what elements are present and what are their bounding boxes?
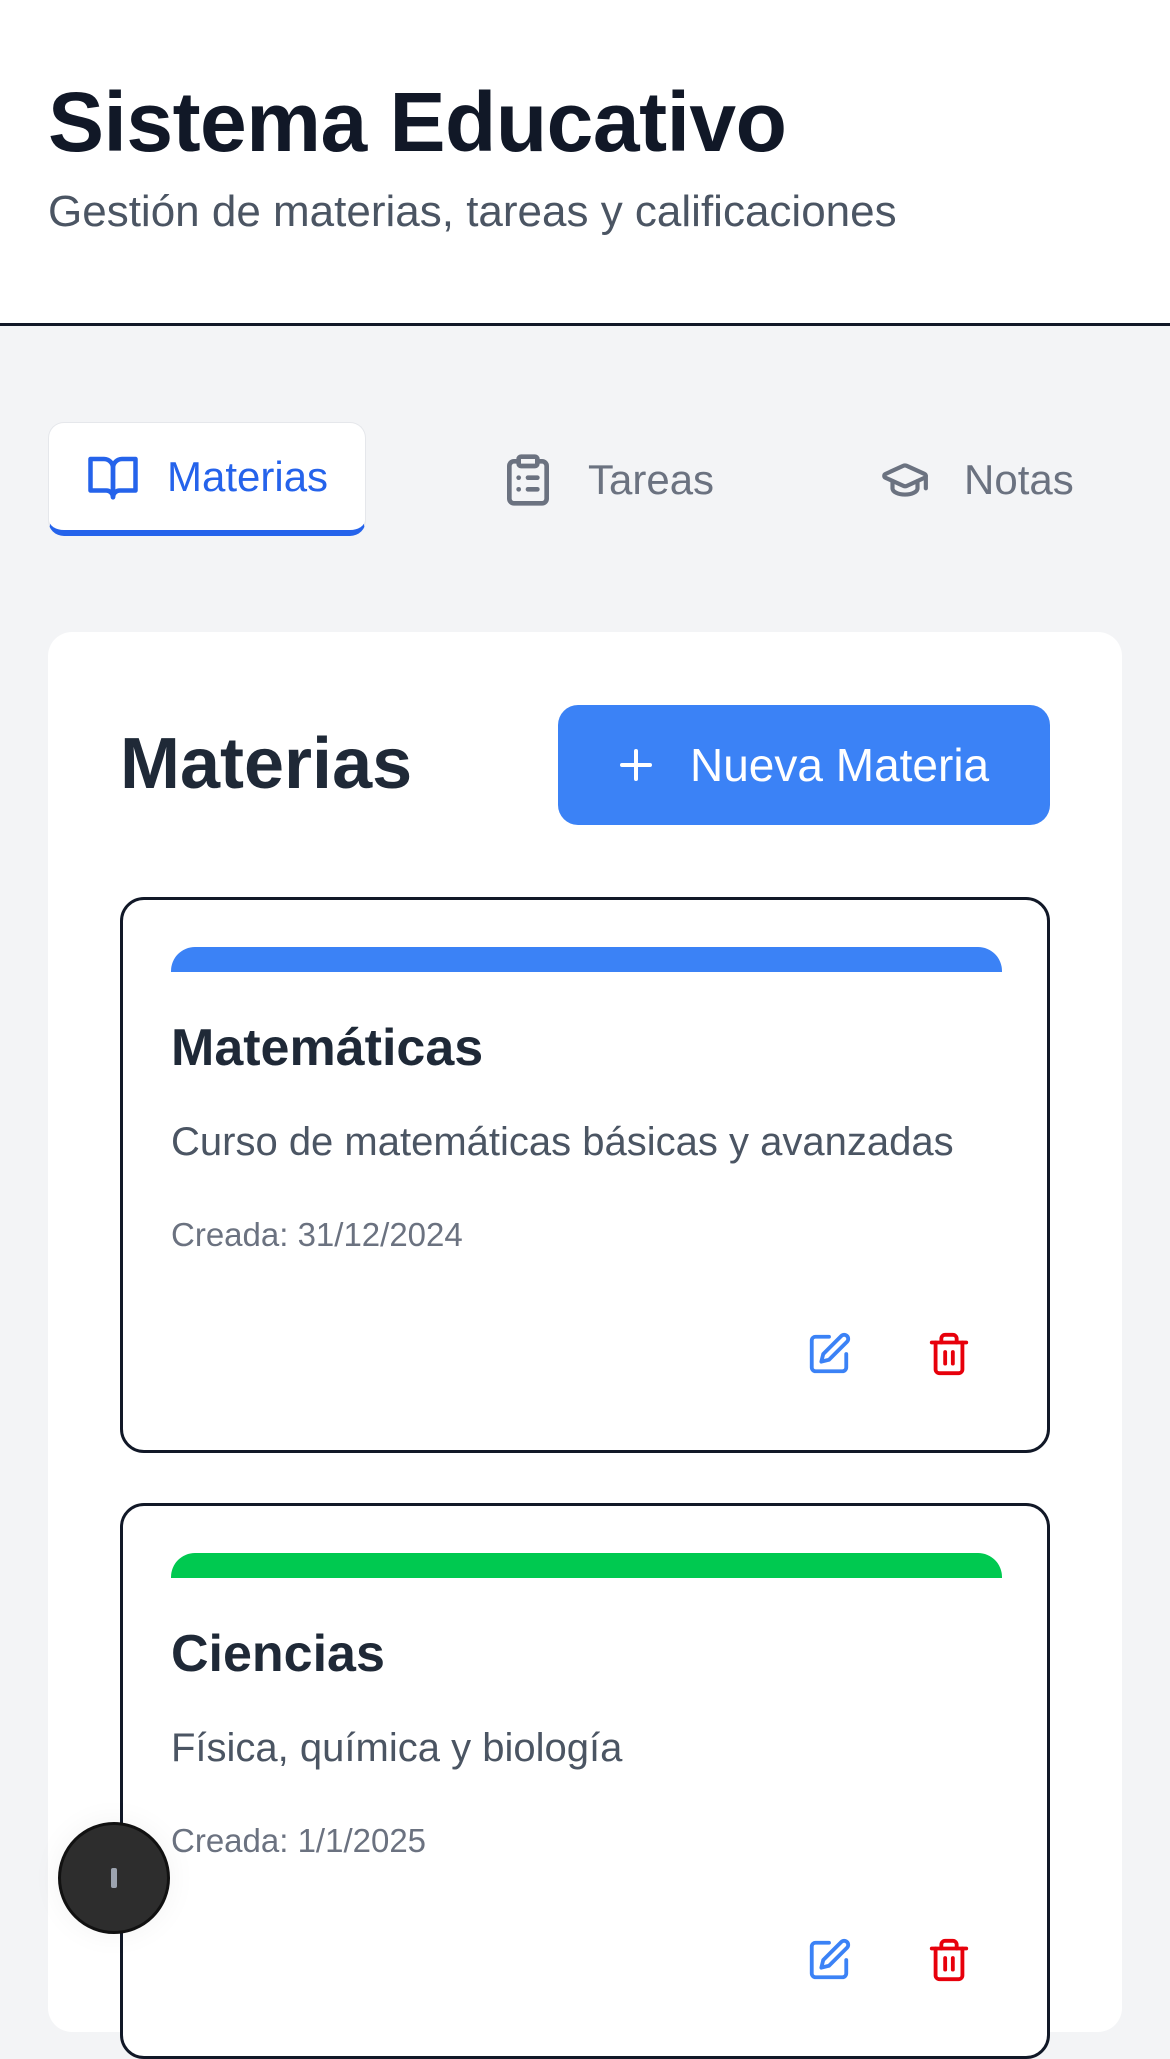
trash-icon xyxy=(929,1332,969,1376)
tab-label: Materias xyxy=(167,452,329,500)
app-subtitle: Gestión de materias, tareas y calificaci… xyxy=(48,187,897,236)
subject-created-date: Creada: 31/12/2024 xyxy=(171,1216,463,1253)
plus-icon xyxy=(620,749,652,781)
panel-title: Materias xyxy=(120,724,413,804)
subject-card: Ciencias Física, química y biología Crea… xyxy=(120,1503,1050,2059)
new-subject-label: Nueva Materia xyxy=(690,739,990,791)
subject-description: Física, química y biología xyxy=(171,1726,623,1770)
subjects-panel: Materias Nueva Materia Matemáticas Curso… xyxy=(48,632,1122,2059)
book-open-icon xyxy=(88,456,138,499)
subject-color-bar xyxy=(171,1553,1002,1578)
edit-icon xyxy=(809,1938,851,1980)
edit-button[interactable] xyxy=(805,1330,853,1378)
graduation-cap-icon xyxy=(882,463,928,497)
delete-button[interactable] xyxy=(925,1330,973,1378)
dev-tools-indicator-button[interactable] xyxy=(58,1822,170,1934)
tab-notas[interactable]: Notas xyxy=(876,448,1074,512)
edit-button[interactable] xyxy=(805,1936,853,1984)
trash-icon xyxy=(929,1938,969,1982)
subject-created-date: Creada: 1/1/2025 xyxy=(171,1822,427,1859)
app-title: Sistema Educativo xyxy=(48,75,787,169)
tab-tareas[interactable]: Tareas xyxy=(500,448,714,512)
dev-tools-indicator-icon xyxy=(111,1868,117,1888)
tab-materias[interactable]: Materias xyxy=(48,422,366,536)
delete-button[interactable] xyxy=(925,1936,973,1984)
app-header: Sistema Educativo Gestión de materias, t… xyxy=(0,0,1170,326)
subject-color-bar xyxy=(171,947,1002,972)
new-subject-button[interactable]: Nueva Materia xyxy=(558,705,1050,825)
tab-label: Tareas xyxy=(588,456,715,503)
subject-card: Matemáticas Curso de matemáticas básicas… xyxy=(120,897,1050,1453)
subject-description: Curso de matemáticas básicas y avanzadas xyxy=(171,1120,954,1164)
subject-name: Matemáticas xyxy=(171,1019,484,1077)
subject-name: Ciencias xyxy=(171,1625,385,1683)
edit-icon xyxy=(809,1332,851,1374)
tab-label: Notas xyxy=(964,456,1074,503)
clipboard-list-icon xyxy=(507,454,549,506)
